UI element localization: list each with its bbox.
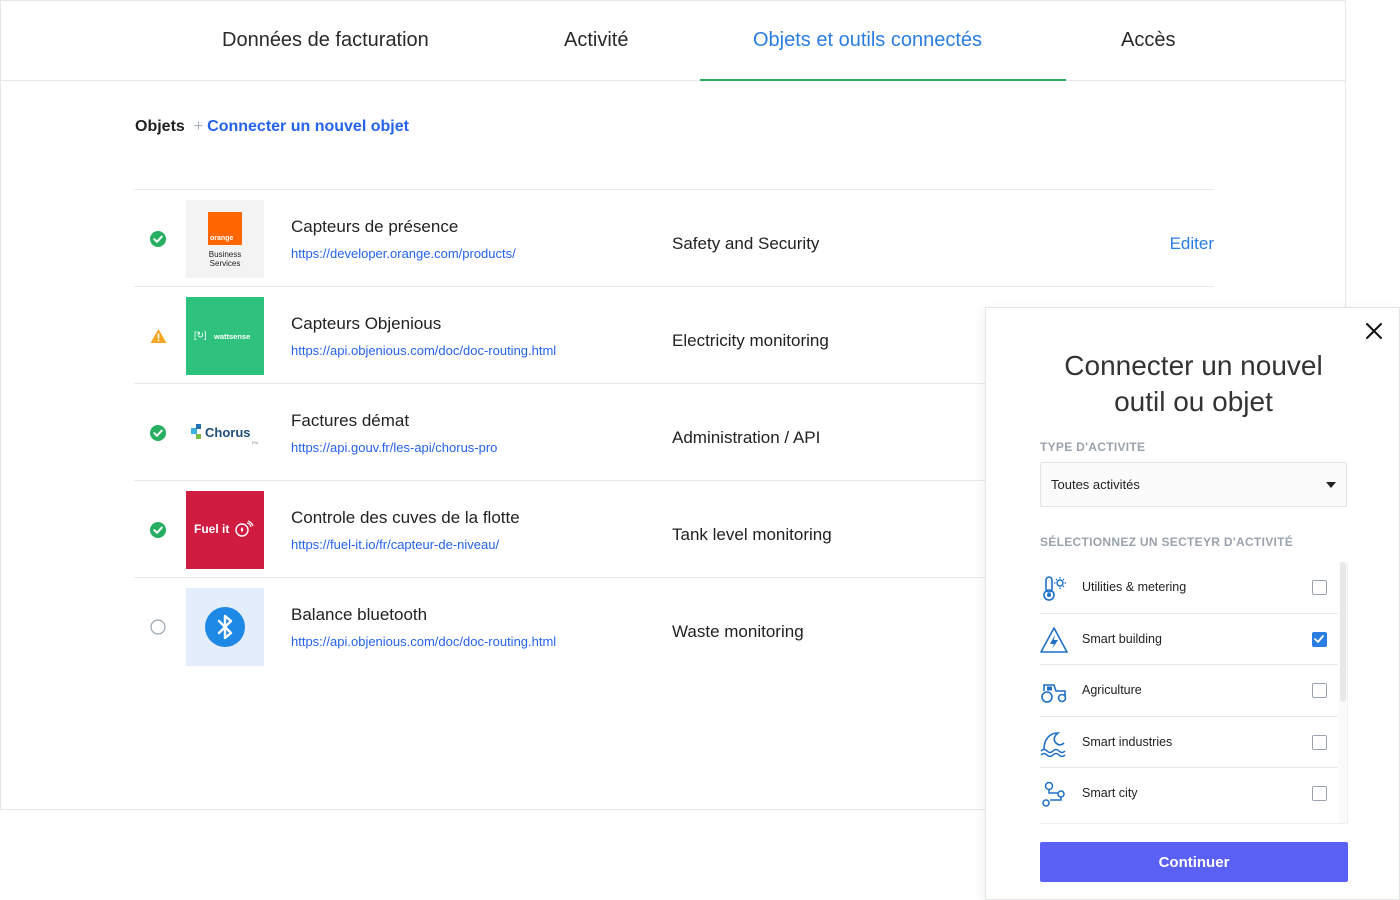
sector-label: Utilities & metering [1082,580,1187,594]
sector-option[interactable]: Agriculture [1040,665,1338,717]
sector-option[interactable]: Smart city [1040,768,1338,820]
close-icon[interactable] [1365,322,1383,340]
tab-activity[interactable]: Activité [564,29,628,52]
panel-title: Connecter un nouvel outil ou objet [1064,350,1323,417]
object-url-link[interactable]: https://api.objenious.com/doc/doc-routin… [291,343,556,358]
connect-object-panel: Connecter un nouvel outil ou objet TYPE … [985,307,1400,900]
chorus-pro-logo: Chorus Pro [186,394,264,472]
check-circle-icon [150,231,166,247]
sector-label: Smart city [1082,786,1138,801]
check-circle-icon [150,522,166,538]
sector-label: Smart building [1082,631,1162,646]
sector-label: SÉLECTIONNEZ UN SECTEYR D'ACTIVITÉ [1040,535,1294,549]
object-category: Electricity monitoring [672,331,829,350]
object-row: orange Business Services Capteurs de pré… [134,190,1214,287]
object-name: Capteurs Objenious [291,314,442,333]
sector-option[interactable]: Smart industries [1040,717,1338,769]
tab-bar: Données de facturation Activité Objets e… [1,1,1345,81]
bluetooth-logo [186,588,264,666]
sector-label: Smart industries [1082,734,1173,749]
thermometer-sun-icon [1043,576,1066,601]
sector-option[interactable]: Smart building [1040,614,1338,666]
lightning-warning-icon [1040,626,1068,653]
object-category: Tank level monitoring [672,525,832,544]
object-category: Waste monitoring [672,622,804,641]
scrollbar[interactable] [1339,562,1347,823]
sector-checkbox[interactable] [1312,580,1327,595]
object-url-link[interactable]: https://fuel-it.io/fr/capteur-de-niveau/ [291,537,499,552]
objects-section-header: Objets + Connecter un nouvel objet [135,118,409,136]
object-url-link[interactable]: https://api.gouv.fr/les-api/chorus-pro [291,440,497,455]
tractor-icon [1041,684,1067,703]
warning-triangle-icon [150,328,167,344]
object-url-link[interactable]: https://developer.orange.com/products/ [291,246,516,261]
route-pins-icon [1042,782,1065,808]
empty-circle-icon [150,619,166,635]
sector-checkbox[interactable] [1312,734,1327,750]
object-category: Safety and Security [672,234,820,253]
tab-billing-data[interactable]: Données de facturation [222,29,429,52]
object-name: Factures démat [291,411,410,430]
section-title: Objets [135,118,185,135]
scrollbar-thumb[interactable] [1340,562,1346,702]
wattsense-logo: [↻] wattsense [186,297,264,375]
sector-label: Agriculture [1082,683,1142,698]
fuel-it-logo: Fuel it [186,491,264,569]
activity-type-select[interactable]: Toutes activités [1040,462,1347,507]
sector-option[interactable]: Utilities & metering [1040,562,1338,614]
object-url-link[interactable]: https://api.objenious.com/doc/doc-routin… [291,634,556,649]
plus-icon: + [193,118,204,135]
connect-new-object-link[interactable]: Connecter un nouvel objet [207,118,409,136]
caret-down-icon [1326,482,1336,488]
sector-list: Utilities & metering Smart building Agri… [1040,562,1348,824]
active-tab-underline [700,79,1066,81]
orange-business-services-logo: orange Business Services [186,200,264,278]
activity-type-label: TYPE D'ACTIVITE [1040,440,1146,454]
object-category: Administration / API [672,428,821,447]
tab-connected-objects[interactable]: Objets et outils connectés [753,29,982,52]
sector-checkbox[interactable] [1312,683,1327,699]
edit-link[interactable]: Editer [1170,234,1214,254]
sector-checkbox[interactable] [1312,631,1327,647]
check-circle-icon [150,425,166,441]
object-name: Controle des cuves de la flotte [291,508,520,527]
continue-button[interactable]: Continuer [1040,842,1348,882]
object-name: Balance bluetooth [291,605,428,624]
object-name: Capteurs de présence [291,217,459,236]
water-wave-icon [1040,731,1066,757]
tab-access[interactable]: Accès [1121,29,1175,52]
sector-checkbox[interactable] [1312,786,1327,802]
